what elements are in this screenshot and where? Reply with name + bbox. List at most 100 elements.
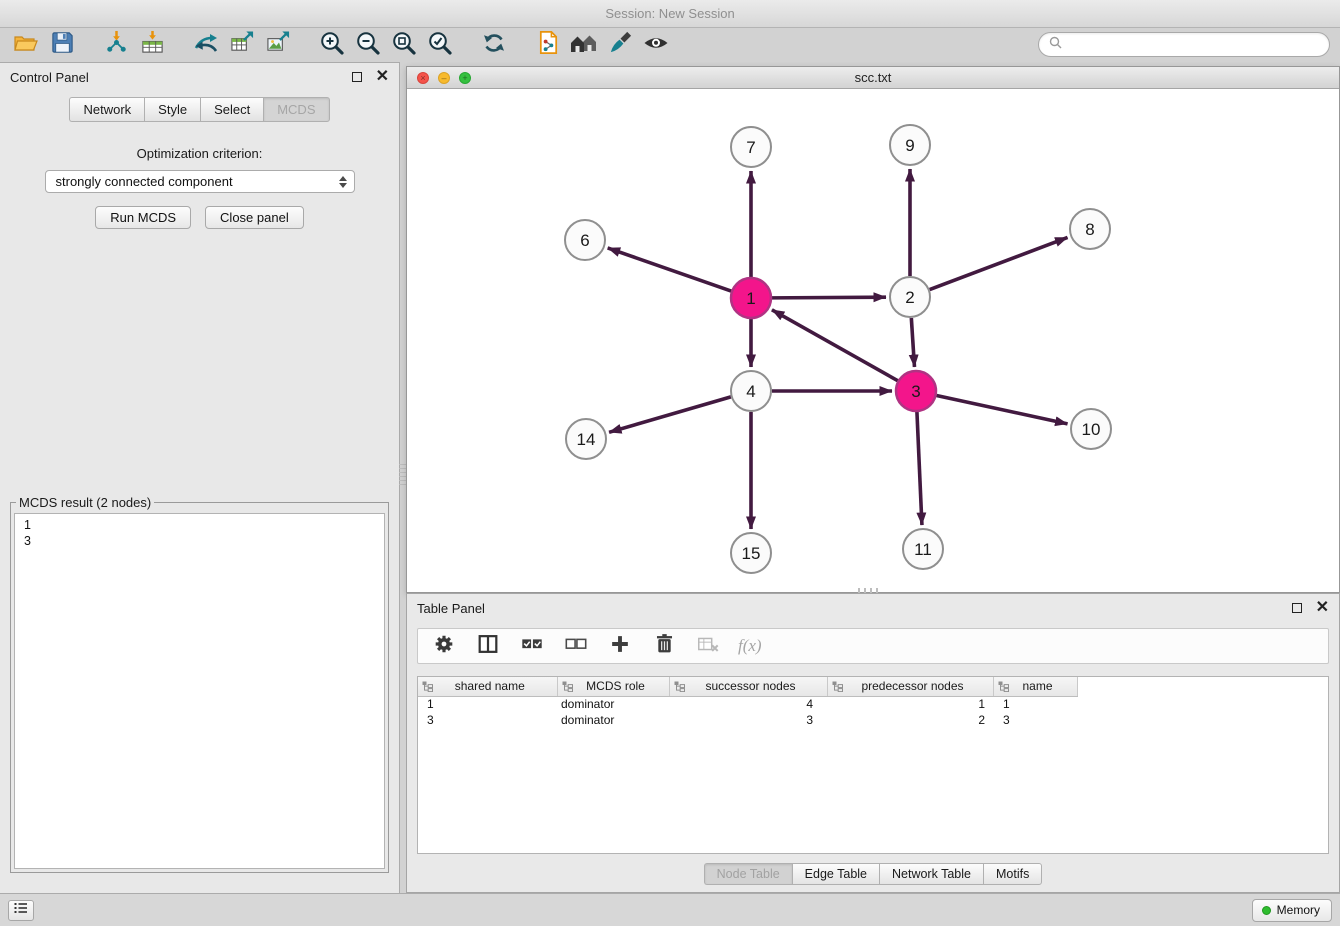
- cell-predecessor-nodes[interactable]: 2: [827, 712, 993, 728]
- cell-name[interactable]: 1: [993, 696, 1077, 712]
- graph-node-1[interactable]: 1: [731, 278, 771, 318]
- deselect-columns-button[interactable]: [562, 632, 590, 660]
- function-builder-button[interactable]: f(x): [738, 636, 762, 656]
- home-button[interactable]: [566, 30, 602, 60]
- graph-edge-2-8[interactable]: [930, 237, 1068, 289]
- table-settings-button[interactable]: [430, 632, 458, 660]
- maximize-window-icon[interactable]: +: [459, 72, 471, 84]
- show-hide-button[interactable]: [638, 30, 674, 60]
- column-header-successor-nodes[interactable]: successor nodes: [669, 677, 827, 696]
- cell-MCDS-role[interactable]: dominator: [557, 712, 669, 728]
- tab-edge-table[interactable]: Edge Table: [792, 863, 879, 885]
- memory-button[interactable]: Memory: [1252, 899, 1332, 922]
- network-document-button[interactable]: [530, 30, 566, 60]
- zoom-in-button[interactable]: [314, 30, 350, 60]
- graph-edge-3-1[interactable]: [772, 310, 898, 381]
- delete-table-button[interactable]: [694, 632, 722, 660]
- search-box[interactable]: [1038, 32, 1330, 57]
- cell-name[interactable]: 3: [993, 712, 1077, 728]
- graph-node-8[interactable]: 8: [1070, 209, 1110, 249]
- network-window-titlebar[interactable]: × – + scc.txt: [407, 67, 1339, 89]
- cell-predecessor-nodes[interactable]: 1: [827, 696, 993, 712]
- column-header-MCDS-role[interactable]: MCDS role: [557, 677, 669, 696]
- result-item[interactable]: 1: [24, 517, 375, 533]
- close-panel-button[interactable]: Close panel: [205, 206, 304, 229]
- minimize-window-icon[interactable]: –: [438, 72, 450, 84]
- column-header-name[interactable]: name: [993, 677, 1077, 696]
- search-icon: [1049, 36, 1062, 54]
- optimization-criterion-label: Optimization criterion:: [0, 146, 399, 161]
- search-input[interactable]: [1068, 38, 1319, 52]
- graph-node-2[interactable]: 2: [890, 277, 930, 317]
- graph-node-4[interactable]: 4: [731, 371, 771, 411]
- network-canvas[interactable]: 7 9 6 8 1 2 4 3 14 10 15 11: [407, 89, 1339, 592]
- import-network-button[interactable]: [98, 30, 134, 60]
- graph-edge-1-2[interactable]: [772, 297, 886, 298]
- memory-status-icon: [1262, 906, 1271, 915]
- cell-MCDS-role[interactable]: dominator: [557, 696, 669, 712]
- style-button[interactable]: [602, 30, 638, 60]
- graph-edge-3-10[interactable]: [937, 395, 1068, 423]
- status-menu-button[interactable]: [8, 900, 34, 921]
- float-table-panel-icon[interactable]: [1292, 603, 1302, 613]
- cell-shared-name[interactable]: 3: [418, 712, 557, 728]
- graph-node-7[interactable]: 7: [731, 127, 771, 167]
- close-table-panel-icon[interactable]: ✕: [1316, 600, 1329, 616]
- graph-edge-3-11[interactable]: [917, 412, 922, 525]
- window-title: Session: New Session: [605, 6, 734, 21]
- split-columns-button[interactable]: [474, 632, 502, 660]
- open-file-button[interactable]: [8, 30, 44, 60]
- zoom-selected-button[interactable]: [422, 30, 458, 60]
- vertical-splitter-handle[interactable]: [399, 464, 406, 488]
- graph-edge-4-14[interactable]: [609, 397, 731, 432]
- graph-node-6[interactable]: 6: [565, 220, 605, 260]
- tab-motifs[interactable]: Motifs: [983, 863, 1042, 885]
- svg-text:4: 4: [746, 382, 755, 401]
- result-item[interactable]: 3: [24, 533, 375, 549]
- refresh-view-button[interactable]: [476, 30, 512, 60]
- graph-node-15[interactable]: 15: [731, 533, 771, 573]
- column-header-shared-name[interactable]: shared name: [418, 677, 557, 696]
- graph-edge-1-6[interactable]: [608, 248, 732, 291]
- tab-network[interactable]: Network: [69, 97, 144, 122]
- cell-successor-nodes[interactable]: 3: [669, 712, 827, 728]
- criterion-select[interactable]: strongly connected component: [45, 170, 355, 193]
- add-column-button[interactable]: [606, 632, 634, 660]
- table-row[interactable]: 1dominator411: [418, 696, 1328, 712]
- delete-column-button[interactable]: [650, 632, 678, 660]
- close-window-icon[interactable]: ×: [417, 72, 429, 84]
- select-all-columns-button[interactable]: [518, 632, 546, 660]
- export-image-button[interactable]: [260, 30, 296, 60]
- cell-shared-name[interactable]: 1: [418, 696, 557, 712]
- cell-successor-nodes[interactable]: 4: [669, 696, 827, 712]
- graph-node-11[interactable]: 11: [903, 529, 943, 569]
- graph-node-14[interactable]: 14: [566, 419, 606, 459]
- graph-node-9[interactable]: 9: [890, 125, 930, 165]
- tab-node-table[interactable]: Node Table: [704, 863, 792, 885]
- mcds-result-list[interactable]: 13: [14, 513, 385, 869]
- save-session-button[interactable]: [44, 30, 80, 60]
- close-panel-icon[interactable]: ✕: [376, 69, 389, 85]
- float-panel-icon[interactable]: [352, 72, 362, 82]
- zoom-fit-button[interactable]: [386, 30, 422, 60]
- run-mcds-button[interactable]: Run MCDS: [95, 206, 191, 229]
- style-brush-icon: [608, 30, 633, 60]
- import-table-button[interactable]: [134, 30, 170, 60]
- table-toolbar: f(x): [417, 628, 1329, 664]
- graph-node-10[interactable]: 10: [1071, 409, 1111, 449]
- export-network-button[interactable]: [188, 30, 224, 60]
- control-panel: Control Panel ✕ NetworkStyleSelectMCDS O…: [0, 62, 400, 893]
- graph-node-3[interactable]: 3: [896, 371, 936, 411]
- graph-edge-2-3[interactable]: [911, 318, 914, 367]
- list-icon: [14, 901, 28, 919]
- table-row[interactable]: 3dominator323: [418, 712, 1328, 728]
- svg-text:1: 1: [746, 289, 755, 308]
- tab-select[interactable]: Select: [200, 97, 263, 122]
- column-header-predecessor-nodes[interactable]: predecessor nodes: [827, 677, 993, 696]
- tab-network-table[interactable]: Network Table: [879, 863, 983, 885]
- export-table-button[interactable]: [224, 30, 260, 60]
- zoom-out-button[interactable]: [350, 30, 386, 60]
- tab-style[interactable]: Style: [144, 97, 200, 122]
- mcds-buttons: Run MCDS Close panel: [0, 206, 399, 229]
- tab-mcds[interactable]: MCDS: [263, 97, 329, 122]
